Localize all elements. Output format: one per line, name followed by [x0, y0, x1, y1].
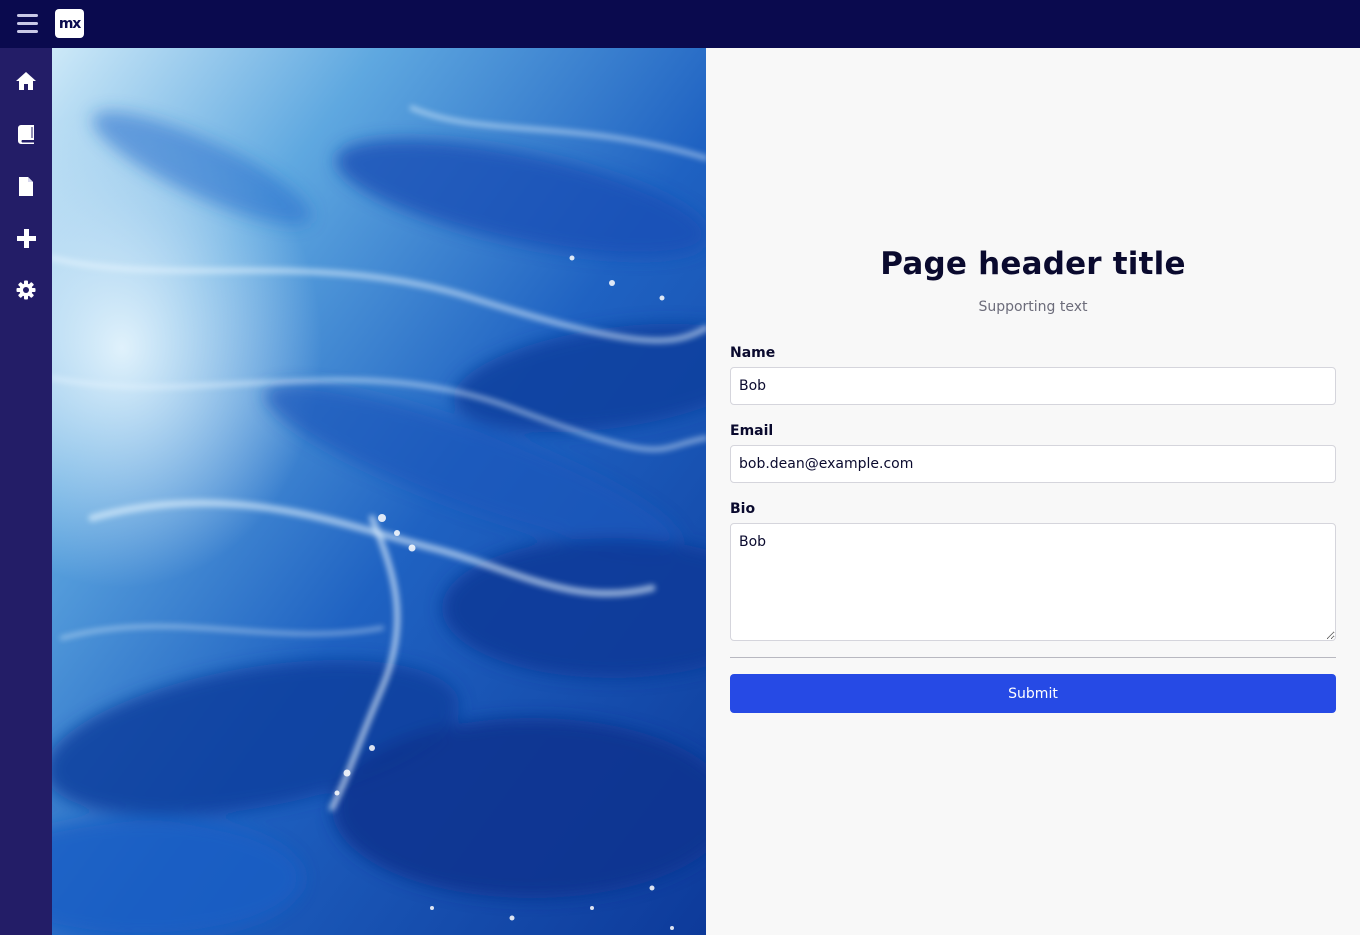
page-subtitle: Supporting text [978, 299, 1088, 315]
bio-textarea[interactable]: Bob [730, 523, 1336, 641]
sidebar-item-home[interactable] [0, 55, 52, 107]
app-logo[interactable]: mx [55, 9, 84, 38]
email-label: Email [730, 423, 774, 439]
logo-text: mx [58, 15, 81, 32]
plus-icon [16, 228, 36, 248]
gear-icon [16, 280, 36, 300]
file-icon [19, 176, 33, 196]
top-bar: mx [0, 0, 1360, 48]
sidebar-item-document[interactable] [0, 160, 52, 212]
sidebar [0, 48, 52, 935]
page-title: Page header title [880, 246, 1186, 282]
content-panel: Page header title Supporting text Name E… [706, 48, 1360, 935]
name-input[interactable] [730, 367, 1336, 405]
home-icon [16, 72, 36, 90]
submit-button[interactable]: Submit [730, 674, 1336, 713]
book-icon [18, 124, 34, 144]
bio-label: Bio [730, 501, 756, 517]
sidebar-item-settings[interactable] [0, 264, 52, 316]
hamburger-menu-icon[interactable] [17, 14, 38, 33]
email-input[interactable] [730, 445, 1336, 483]
sidebar-item-book[interactable] [0, 108, 52, 160]
form-divider [730, 657, 1336, 658]
sidebar-item-add[interactable] [0, 212, 52, 264]
hero-ocean-image [52, 48, 706, 935]
name-label: Name [730, 345, 776, 361]
